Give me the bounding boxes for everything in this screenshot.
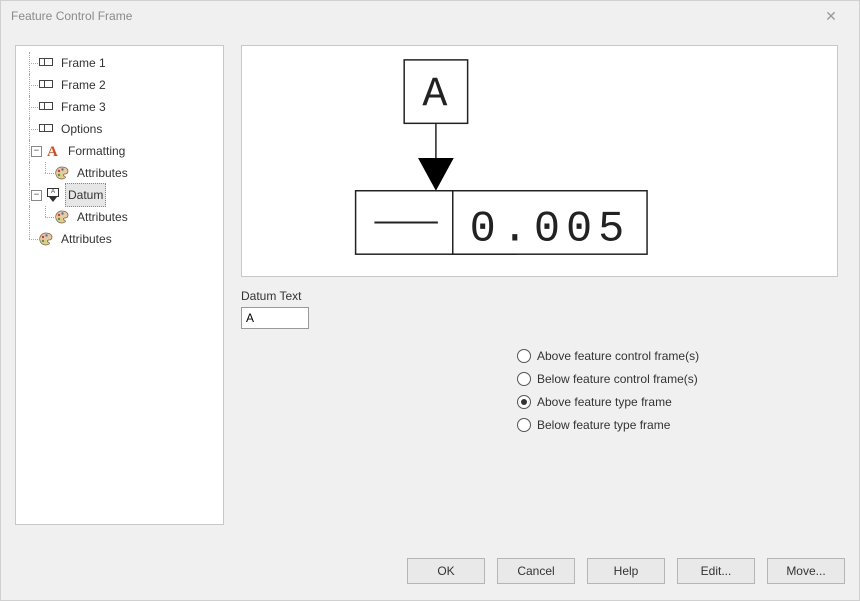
frame-icon <box>38 99 54 115</box>
expander-icon[interactable]: − <box>31 146 42 157</box>
radio-above-ftf[interactable]: Above feature type frame <box>517 395 699 409</box>
help-button[interactable]: Help <box>587 558 665 584</box>
formatting-icon: A <box>45 143 61 159</box>
placement-radio-group: Above feature control frame(s) Below fea… <box>517 349 699 432</box>
close-icon[interactable]: ✕ <box>811 8 851 25</box>
svg-text:0.005: 0.005 <box>470 205 631 254</box>
window-title: Feature Control Frame <box>11 9 811 23</box>
gdnt-preview-svg: A 0.005 <box>242 46 837 276</box>
palette-icon <box>38 231 54 247</box>
cancel-button[interactable]: Cancel <box>497 558 575 584</box>
radio-below-fcf[interactable]: Below feature control frame(s) <box>517 372 699 386</box>
radio-icon <box>517 395 531 409</box>
client-area: Frame 1 Frame 2 Frame 3 Options <box>1 31 859 600</box>
radio-label: Above feature type frame <box>537 395 672 409</box>
tree-panel: Frame 1 Frame 2 Frame 3 Options <box>15 45 224 525</box>
tree-item-formatting[interactable]: − A Formatting <box>22 140 223 162</box>
tree-item-datum[interactable]: − A Datum <box>22 184 223 206</box>
dialog-button-row: OK Cancel Help Edit... Move... <box>1 542 859 600</box>
move-button[interactable]: Move... <box>767 558 845 584</box>
radio-icon <box>517 418 531 432</box>
tree-item-options[interactable]: Options <box>22 118 223 140</box>
palette-icon <box>54 209 70 225</box>
frame-icon <box>38 55 54 71</box>
tree-item-formatting-attributes[interactable]: Attributes <box>22 162 223 184</box>
titlebar: Feature Control Frame ✕ <box>1 1 859 31</box>
svg-text:A: A <box>422 70 449 118</box>
tree-item-attributes[interactable]: Attributes <box>22 228 223 250</box>
expander-icon[interactable]: − <box>31 190 42 201</box>
datum-text-label: Datum Text <box>241 289 301 303</box>
palette-icon <box>54 165 70 181</box>
edit-button[interactable]: Edit... <box>677 558 755 584</box>
dialog-window: Feature Control Frame ✕ Frame 1 Frame 2 <box>0 0 860 601</box>
tree-item-frame-2[interactable]: Frame 2 <box>22 74 223 96</box>
frame-icon <box>38 77 54 93</box>
radio-icon <box>517 372 531 386</box>
tree-item-datum-attributes[interactable]: Attributes <box>22 206 223 228</box>
nav-tree: Frame 1 Frame 2 Frame 3 Options <box>22 52 223 250</box>
radio-label: Above feature control frame(s) <box>537 349 699 363</box>
datum-text-input[interactable] <box>241 307 309 329</box>
radio-below-ftf[interactable]: Below feature type frame <box>517 418 699 432</box>
frame-icon <box>38 121 54 137</box>
preview-panel: A 0.005 <box>241 45 838 277</box>
datum-icon: A <box>45 187 61 203</box>
radio-icon <box>517 349 531 363</box>
tree-item-frame-1[interactable]: Frame 1 <box>22 52 223 74</box>
radio-label: Below feature type frame <box>537 418 670 432</box>
ok-button[interactable]: OK <box>407 558 485 584</box>
radio-above-fcf[interactable]: Above feature control frame(s) <box>517 349 699 363</box>
svg-text:A: A <box>47 144 58 159</box>
tree-item-frame-3[interactable]: Frame 3 <box>22 96 223 118</box>
radio-label: Below feature control frame(s) <box>537 372 698 386</box>
